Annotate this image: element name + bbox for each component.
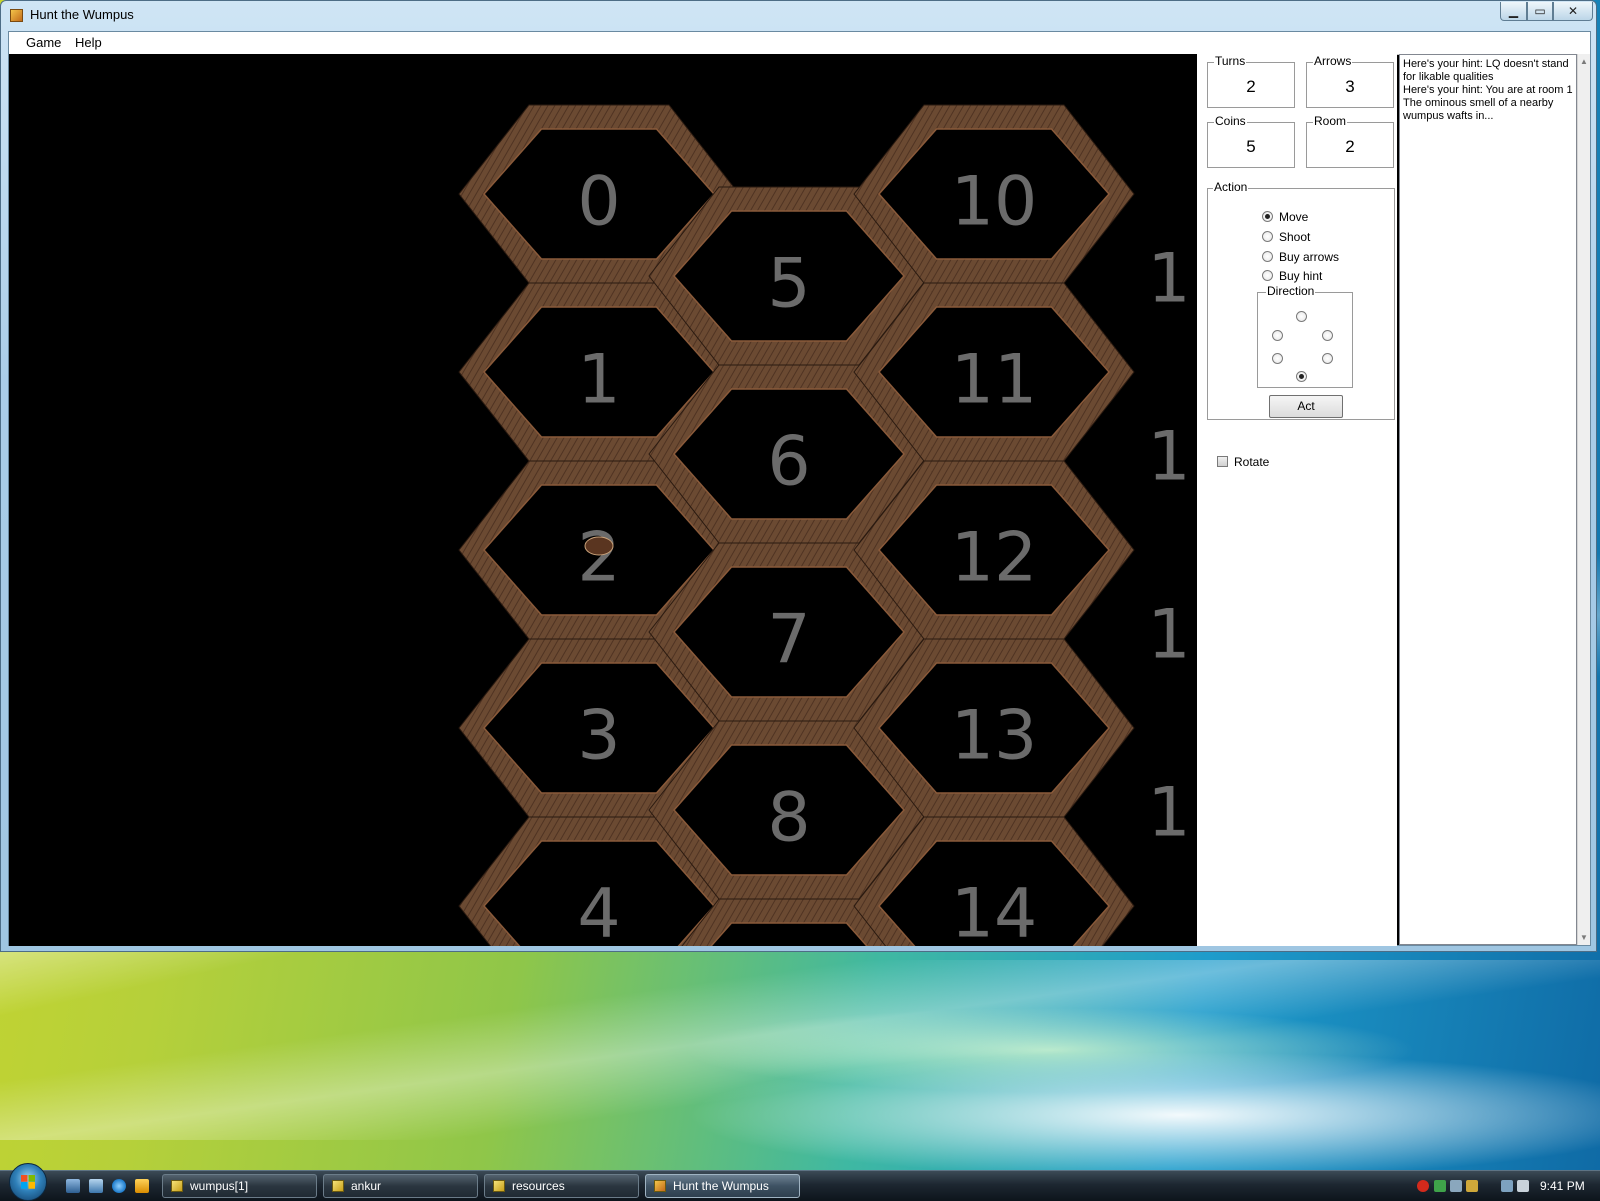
hint-log-textbox[interactable]: Here's your hint: LQ doesn't stand for l…: [1399, 54, 1577, 945]
room-number: 7: [767, 601, 810, 680]
taskbar-item-label: resources: [512, 1179, 565, 1193]
network-icon[interactable]: [1501, 1180, 1513, 1192]
maximize-button[interactable]: ▭: [1527, 2, 1553, 21]
window-client-area: Game Help 0123456789101112131411111 Turn…: [8, 31, 1591, 946]
room-number: 12: [951, 519, 1038, 598]
room-number: 4: [577, 875, 620, 947]
action-group: Action Move Shoot Buy arrows Buy hint Di…: [1207, 180, 1395, 420]
show-desktop-icon[interactable]: [66, 1179, 80, 1193]
rotate-label[interactable]: Rotate: [1234, 455, 1269, 469]
turns-label: Turns: [1214, 54, 1247, 68]
media-player-icon[interactable]: [135, 1179, 149, 1193]
game-viewport[interactable]: 0123456789101112131411111: [9, 54, 1197, 946]
radio-shoot[interactable]: [1262, 231, 1273, 242]
room-number: 14: [951, 875, 1038, 947]
folder-icon: [171, 1180, 183, 1192]
room-number: 2: [577, 519, 620, 598]
room-number: 10: [951, 163, 1038, 242]
room-number: 3: [577, 697, 620, 776]
tray-security-icon[interactable]: [1434, 1180, 1446, 1192]
rotate-checkbox-box[interactable]: [1217, 456, 1228, 467]
hex-board[interactable]: 0123456789101112131411111: [9, 54, 1197, 946]
turns-box: Turns 2: [1207, 54, 1295, 108]
action-shoot-label[interactable]: Shoot: [1279, 230, 1310, 244]
start-button[interactable]: [9, 1163, 47, 1201]
coins-label: Coins: [1214, 114, 1247, 128]
player-token-icon: [584, 536, 614, 556]
room-number: 0: [577, 163, 620, 242]
menu-bar: Game Help: [9, 32, 1590, 55]
taskbar-item-resources[interactable]: resources: [484, 1174, 639, 1198]
taskbar-item-wumpus1[interactable]: wumpus[1]: [162, 1174, 317, 1198]
taskbar-item-ankur[interactable]: ankur: [323, 1174, 478, 1198]
app-icon: [654, 1180, 666, 1192]
app-window: Hunt the Wumpus ▁ ▭ ✕ Game Help 01234567…: [0, 0, 1597, 952]
tray-app-icon[interactable]: [1466, 1180, 1478, 1192]
radio-buy-hint[interactable]: [1262, 270, 1273, 281]
act-button[interactable]: Act: [1269, 395, 1343, 418]
arrows-label: Arrows: [1313, 54, 1353, 68]
action-buy-hint-label[interactable]: Buy hint: [1279, 269, 1322, 283]
room-number-partial: 1: [1147, 596, 1190, 675]
room-value: 2: [1345, 137, 1355, 156]
folder-icon: [493, 1180, 505, 1192]
room-label: Room: [1313, 114, 1348, 128]
window-title: Hunt the Wumpus: [30, 7, 134, 22]
room-number-partial: 1: [1147, 418, 1190, 497]
hint-log-scrollbar[interactable]: ▲ ▼: [1577, 54, 1590, 945]
room-number: 6: [767, 423, 810, 502]
menu-help[interactable]: Help: [75, 35, 102, 50]
taskbar: wumpus[1] ankur resources Hunt the Wumpu…: [0, 1163, 1600, 1201]
radio-move[interactable]: [1262, 211, 1273, 222]
room-number: 11: [951, 341, 1038, 420]
arrows-value: 3: [1345, 77, 1355, 96]
close-button[interactable]: ✕: [1553, 2, 1593, 21]
room-number: 13: [951, 697, 1038, 776]
room-number-partial: 1: [1147, 240, 1190, 319]
coins-box: Coins 5: [1207, 114, 1295, 168]
action-label: Action: [1213, 180, 1249, 194]
direction-label: Direction: [1266, 284, 1316, 298]
turns-value: 2: [1246, 77, 1256, 96]
tray-alert-icon[interactable]: [1417, 1180, 1429, 1192]
windows-logo-icon: [21, 1175, 35, 1189]
control-panel: Turns 2 Arrows 3 Coins 5 Room 2 Action M…: [1197, 54, 1397, 946]
room-number: 8: [767, 779, 810, 858]
taskbar-item-label: ankur: [351, 1179, 382, 1193]
direction-southwest-radio[interactable]: [1272, 353, 1283, 364]
folder-icon: [332, 1180, 344, 1192]
room-number: 1: [577, 341, 620, 420]
arrows-box: Arrows 3: [1306, 54, 1394, 108]
taskbar-item-label: Hunt the Wumpus: [673, 1179, 769, 1193]
taskbar-item-label: wumpus[1]: [190, 1179, 249, 1193]
hint-log-text: Here's your hint: LQ doesn't stand for l…: [1403, 58, 1573, 122]
direction-northwest-radio[interactable]: [1272, 330, 1283, 341]
direction-group: Direction: [1257, 284, 1353, 388]
radio-buy-arrows[interactable]: [1262, 251, 1273, 262]
tray-app-icon[interactable]: [1450, 1180, 1462, 1192]
room-number: 5: [767, 245, 810, 324]
coins-value: 5: [1246, 137, 1256, 156]
app-icon[interactable]: [10, 9, 23, 22]
direction-south-radio[interactable]: [1296, 371, 1307, 382]
volume-icon[interactable]: [1517, 1180, 1529, 1192]
action-move-label[interactable]: Move: [1279, 210, 1308, 224]
internet-explorer-icon[interactable]: [112, 1179, 126, 1193]
room-box: Room 2: [1306, 114, 1394, 168]
menu-game[interactable]: Game: [26, 35, 61, 50]
taskbar-clock[interactable]: 9:41 PM: [1540, 1179, 1585, 1193]
taskbar-item-hunt-the-wumpus[interactable]: Hunt the Wumpus: [645, 1174, 800, 1198]
direction-north-radio[interactable]: [1296, 311, 1307, 322]
minimize-button[interactable]: ▁: [1500, 2, 1527, 21]
direction-southeast-radio[interactable]: [1322, 353, 1333, 364]
scroll-up-arrow-icon[interactable]: ▲: [1580, 57, 1588, 66]
switch-windows-icon[interactable]: [89, 1179, 103, 1193]
room-number-partial: 1: [1147, 774, 1190, 853]
action-buy-arrows-label[interactable]: Buy arrows: [1279, 250, 1339, 264]
direction-northeast-radio[interactable]: [1322, 330, 1333, 341]
scroll-down-arrow-icon[interactable]: ▼: [1580, 933, 1588, 942]
title-bar[interactable]: Hunt the Wumpus ▁ ▭ ✕: [1, 1, 1596, 31]
